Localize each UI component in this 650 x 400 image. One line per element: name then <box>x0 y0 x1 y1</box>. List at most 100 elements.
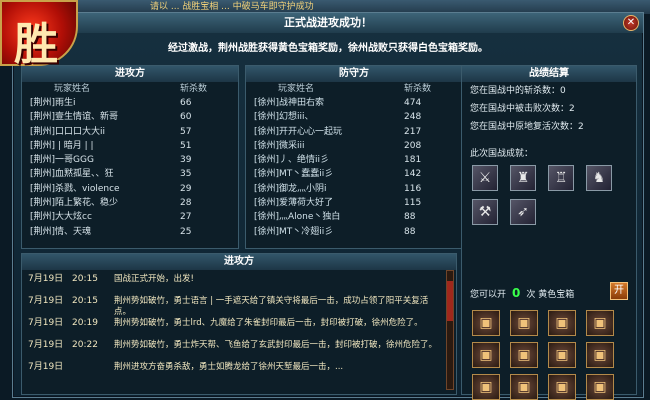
table-row: [荆州]壹生情谊、新哥 60 <box>22 110 238 124</box>
warrior-icon[interactable]: ♜ <box>510 165 536 191</box>
table-row: [徐州]幻想iii、 248 <box>246 110 462 124</box>
player-name: [徐州]爱薄荷大好了 <box>254 198 334 209</box>
table-row: [徐州]战神田右索 474 <box>246 96 462 110</box>
victory-badge-char: 胜 <box>14 19 58 70</box>
treasure-chest-icon[interactable]: ▣ <box>548 342 576 368</box>
player-name: [荆州]情、天魂 <box>30 226 92 237</box>
defend-header: 防守方 <box>246 66 462 82</box>
reward-line: 您可以开 0 次 黄色宝箱 <box>470 286 574 300</box>
table-row: [徐州]MT丶冷翅ii彡 88 <box>246 225 462 239</box>
chest-grid: ▣ ▣ ▣ ▣ ▣ ▣ ▣ ▣ ▣ ▣ ▣ ▣ <box>472 310 614 400</box>
kill-count: 181 <box>404 155 422 166</box>
log-msg: 国战正式开始，出发! <box>114 274 194 284</box>
arrow-icon[interactable]: ➶ <box>510 199 536 225</box>
close-button[interactable]: ✕ <box>623 15 639 31</box>
open-chest-button[interactable]: 开 <box>610 282 628 300</box>
kill-count: 51 <box>180 140 192 151</box>
player-name: [徐州]幻想iii、 <box>254 112 314 123</box>
treasure-chest-icon[interactable]: ▣ <box>586 374 614 400</box>
player-name: [荆州]陌上繁花、稳少 <box>30 198 119 209</box>
player-name: [徐州]MT丶蠢蠢ii彡 <box>254 169 334 180</box>
kills-stat: 您在国战中的斩杀数：0 <box>470 86 566 96</box>
table-row: [徐州]御龙灬小阴i 116 <box>246 182 462 196</box>
treasure-chest-icon[interactable]: ▣ <box>548 374 576 400</box>
kill-count: 208 <box>404 140 422 151</box>
table-row: [荆州]陌上繁花、稳少 28 <box>22 196 238 210</box>
log-entry: 7月19日 20:15 荆州势如破竹，勇士语言 | 一手遮天给了镇关守将最后一击，成… <box>22 296 456 318</box>
announcement: 经过激战，荆州战胜获得黄色宝箱奖励，徐州战败只获得白色宝箱奖励。 <box>168 43 488 54</box>
table-row: [荆州]雨生i 66 <box>22 96 238 110</box>
reward-count: 0 <box>512 286 521 300</box>
treasure-chest-icon[interactable]: ▣ <box>586 342 614 368</box>
summary-header: 战绩结算 <box>462 66 636 82</box>
treasure-chest-icon[interactable]: ▣ <box>472 342 500 368</box>
table-row: [荆州]口口口大大ii 57 <box>22 125 238 139</box>
kill-count: 29 <box>180 183 192 194</box>
defeats-stat: 您在国战中被击败次数：2 <box>470 104 575 114</box>
kill-count: 217 <box>404 126 422 137</box>
table-row: [荆州]情、天魂 25 <box>22 225 238 239</box>
log-header: 进攻方 <box>22 254 456 270</box>
log-scroll-thumb[interactable] <box>447 281 453 321</box>
kill-count: 35 <box>180 169 192 180</box>
player-name: [荆州]大大炫cc <box>30 212 92 223</box>
log-scrollbar[interactable] <box>446 270 454 390</box>
defend-panel: 防守方 玩家姓名 斩杀数 [徐州]战神田右索 474 [徐州]幻想iii、 248 [徐… <box>245 65 463 249</box>
kill-count: 66 <box>180 98 192 108</box>
player-name: [徐州]御龙灬小阴i <box>254 183 327 194</box>
player-name: [荆州]杀戮、violence <box>30 183 120 194</box>
armor-icon[interactable]: ♖ <box>548 165 574 191</box>
summary-panel: 战绩结算 您在国战中的斩杀数：0 您在国战中被击败次数：2 您在国战中原地复活次… <box>461 65 637 400</box>
log-date: 7月19日 <box>28 274 64 284</box>
dialog-title-text: 正式战进攻成功！ <box>284 16 372 29</box>
player-name: [徐州]MT丶冷翅ii彡 <box>254 226 334 237</box>
table-row: [徐州]开开心心一起玩 217 <box>246 125 462 139</box>
player-name: [徐州]丿、绝情ii彡 <box>254 155 330 166</box>
defend-columns: 玩家姓名 斩杀数 <box>246 82 462 96</box>
player-name: [荆州]雨生i <box>30 98 76 108</box>
battle-result-dialog: 正式战进攻成功！ ✕ 经过激战，荆州战胜获得黄色宝箱奖励，徐州战败只获得白色宝箱… <box>12 12 644 400</box>
kill-count: 248 <box>404 112 422 123</box>
kill-count: 28 <box>180 198 192 209</box>
treasure-chest-icon[interactable]: ▣ <box>510 374 538 400</box>
log-date: 7月19日 <box>28 340 64 350</box>
honor-label: 此次国战成就： <box>470 149 534 159</box>
log-time <box>72 362 114 384</box>
player-name: [荆州]壹生情谊、新哥 <box>30 112 119 123</box>
player-name: [荆州]口口口大大ii <box>30 126 106 137</box>
attack-col-kills: 斩杀数 <box>180 84 208 94</box>
log-msg: 荆州势如破竹，勇士语言 | 一手遮天给了镇关守将最后一击，成功占领了阳平关复活点… <box>114 296 429 317</box>
treasure-chest-icon[interactable]: ▣ <box>510 310 538 336</box>
log-date: 7月19日 <box>28 318 64 328</box>
log-entry: 7月19日 20:19 荆州势如破竹，勇士lrd、九魔给了朱雀封印最后一击，封印被打… <box>22 318 456 340</box>
reward-suffix: 次 黄色宝箱 <box>526 289 575 300</box>
defend-col-kills: 斩杀数 <box>404 84 432 94</box>
table-row: [荆州]大大炫cc 27 <box>22 210 238 224</box>
treasure-chest-icon[interactable]: ▣ <box>472 310 500 336</box>
player-name: [徐州]战神田右索 <box>254 98 325 108</box>
log-time: 20:22 <box>72 340 98 350</box>
sword-icon[interactable]: ⚔ <box>472 165 498 191</box>
beast-icon[interactable]: ♞ <box>586 165 612 191</box>
player-name: [徐州]开开心心一起玩 <box>254 126 343 137</box>
treasure-chest-icon[interactable]: ▣ <box>510 342 538 368</box>
blade-icon[interactable]: ⚒ <box>472 199 498 225</box>
treasure-chest-icon[interactable]: ▣ <box>586 310 614 336</box>
treasure-chest-icon[interactable]: ▣ <box>472 374 500 400</box>
attack-columns: 玩家姓名 斩杀数 <box>22 82 238 96</box>
kill-count: 60 <box>180 112 192 123</box>
honor-icons: ⚔ ♜ ♖ ♞ ⚒ ➶ <box>462 165 632 225</box>
player-name: [荆州] | 暗月 | | <box>30 140 94 151</box>
table-row: [荆州]杀戮、violence 29 <box>22 182 238 196</box>
log-time: 20:19 <box>72 318 98 328</box>
player-name: [徐州]灬Alone丶独白 <box>254 212 341 223</box>
table-row: [徐州]微采iii 208 <box>246 139 462 153</box>
table-row: [徐州]爱薄荷大好了 115 <box>246 196 462 210</box>
reward-prefix: 您可以开 <box>470 289 507 300</box>
kill-count: 474 <box>404 98 422 108</box>
log-time: 20:15 <box>72 274 98 284</box>
log-date: 7月19日 <box>28 296 64 306</box>
treasure-chest-icon[interactable]: ▣ <box>548 310 576 336</box>
defend-col-name: 玩家姓名 <box>278 84 315 94</box>
kill-count: 142 <box>404 169 422 180</box>
